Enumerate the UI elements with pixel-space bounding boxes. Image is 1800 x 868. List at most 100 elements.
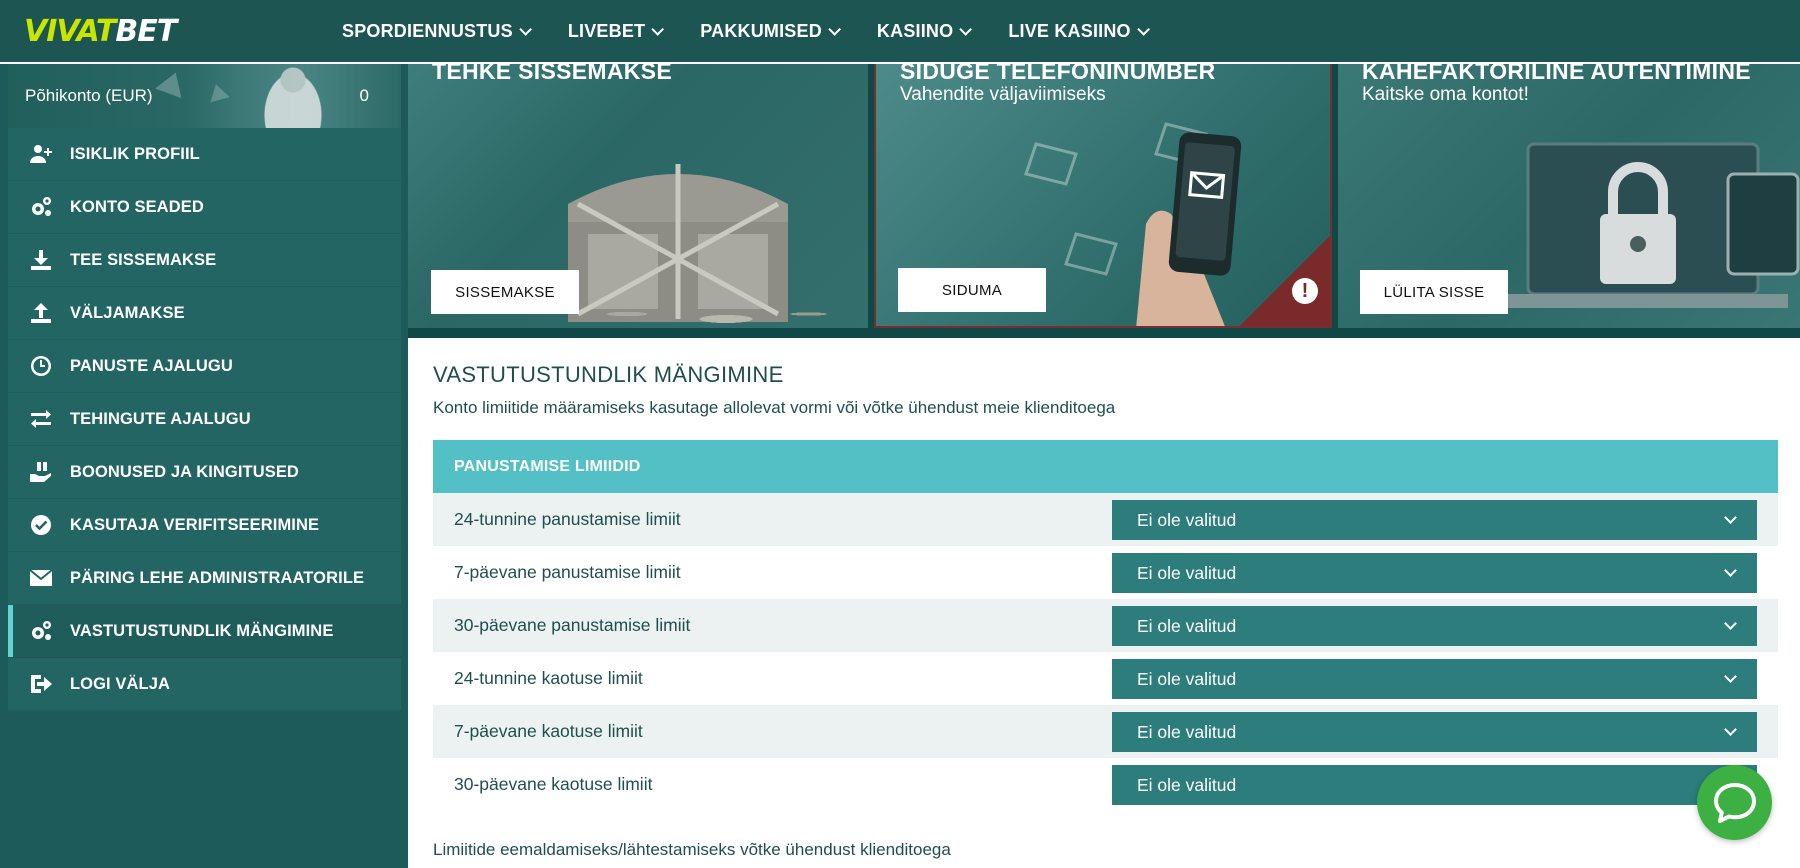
page-description: Konto limiitide määramiseks kasutage all…: [433, 398, 1116, 417]
sidebar-item-tehingute-ajalugu[interactable]: TEHINGUTE AJALUGU: [8, 393, 401, 446]
nav-label: LIVE KASIINO: [1008, 20, 1131, 41]
select-value: Ei ole valitud: [1137, 721, 1237, 742]
limit-select-30d-loss[interactable]: Ei ole valitud: [1112, 765, 1757, 805]
check-circle-icon: [28, 512, 54, 538]
nav-label: KASIINO: [876, 20, 954, 41]
sidebar-item-label: VÄLJAMAKSE: [70, 303, 185, 322]
sidebar-item-vastutustundlik-mangimine[interactable]: VASTUTUSTUNDLIK MÄNGIMINE: [8, 605, 401, 658]
chevron-down-icon: [1724, 617, 1737, 630]
sidebar-item-label: PANUSTE AJALUGU: [70, 356, 233, 375]
limit-select-7d-loss[interactable]: Ei ole valitud: [1112, 712, 1757, 752]
sidebar-item-label: KONTO SEADED: [70, 197, 204, 216]
envelope-icon: [28, 565, 54, 591]
limit-row: 7-päevane panustamise limiit Ei ole vali…: [433, 546, 1778, 599]
player-image: [258, 64, 328, 128]
promo-title: KAHEFAKTORILINE AUTENTIMINE: [1362, 64, 1751, 84]
responsible-gaming-panel: VASTUTUSTUNDLIK MÄNGIMINE Konto limiitid…: [408, 338, 1800, 868]
limit-row: 30-päevane kaotuse limiit Ei ole valitud: [433, 758, 1778, 811]
limit-label: 30-päevane kaotuse limiit: [454, 774, 653, 794]
sidebar-item-panuste-ajalugu[interactable]: PANUSTE AJALUGU: [8, 340, 401, 393]
betting-limits-table: PANUSTAMISE LIMIIDID 24-tunnine panustam…: [433, 440, 1778, 811]
account-menu: ISIKLIK PROFIIL KONTO SEADED TEE SISSEMA…: [8, 128, 401, 711]
clock-icon: [28, 353, 54, 379]
select-value: Ei ole valitud: [1137, 615, 1237, 636]
exclamation-icon: !: [1292, 278, 1318, 304]
sidebar-item-isiklik-profiil[interactable]: ISIKLIK PROFIIL: [8, 128, 401, 181]
chevron-down-icon: [1724, 564, 1737, 577]
account-sidebar: Põhikonto (EUR) 0 ISIKLIK PROFIIL KONTO …: [0, 64, 408, 868]
promo-card-phone: ! SIDUGE TELEFONINUMBER Vahendite väljav…: [874, 64, 1332, 328]
sidebar-item-boonused-ja-kingitused[interactable]: BOONUSED JA KINGITUSED: [8, 446, 401, 499]
select-value: Ei ole valitud: [1137, 668, 1237, 689]
sidebar-item-kasutaja-verifitseerimine[interactable]: KASUTAJA VERIFITSEERIMINE: [8, 499, 401, 552]
nav-item-livebet[interactable]: LIVEBET: [567, 20, 665, 42]
sidebar-item-konto-seaded[interactable]: KONTO SEADED: [8, 181, 401, 234]
limit-label: 7-päevane kaotuse limiit: [454, 721, 643, 741]
nav-item-spordiennustus[interactable]: SPORDIENNUSTUS: [342, 20, 532, 42]
laptop-lock-image: [1508, 142, 1800, 308]
limits-table-header: PANUSTAMISE LIMIIDID: [433, 440, 1778, 493]
sidebar-item-label: LOGI VÄLJA: [70, 674, 171, 693]
limit-label: 7-päevane panustamise limiit: [454, 562, 681, 582]
nav-label: LIVEBET: [567, 20, 646, 41]
promo-subtitle: Vahendite väljaviimiseks: [900, 84, 1106, 105]
sidebar-item-label: TEE SISSEMAKSE: [70, 250, 217, 269]
select-value: Ei ole valitud: [1137, 774, 1237, 795]
gears-icon: [28, 194, 54, 220]
limit-row: 24-tunnine panustamise limiit Ei ole val…: [433, 493, 1778, 546]
limits-footnote: Limiitide eemaldamiseks/lähtestamiseks v…: [433, 840, 951, 859]
select-value: Ei ole valitud: [1137, 509, 1237, 530]
link-phone-button[interactable]: SIDUMA: [898, 268, 1046, 312]
logout-icon: [28, 671, 54, 697]
limit-label: 24-tunnine kaotuse limiit: [454, 668, 643, 688]
sidebar-item-label: TEHINGUTE AJALUGU: [70, 409, 251, 428]
chevron-down-icon: [1724, 670, 1737, 683]
nav-item-kasiino[interactable]: KASIINO: [876, 20, 973, 42]
vivatbet-logo[interactable]: VIVATBET: [24, 14, 177, 49]
enable-2fa-button[interactable]: LÜLITA SISSE: [1360, 270, 1508, 314]
promo-cards: TEHKE SISSEMAKSE SISSEMAKSE ! SIDUGE TEL…: [408, 64, 1800, 338]
swap-arrows-icon: [28, 406, 54, 432]
deposit-button[interactable]: SISSEMAKSE: [431, 270, 579, 314]
promo-title: SIDUGE TELEFONINUMBER: [900, 64, 1216, 84]
nav-item-pakkumised[interactable]: PAKKUMISED: [700, 20, 841, 42]
sidebar-item-logi-valja[interactable]: LOGI VÄLJA: [8, 658, 401, 711]
promo-card-deposit: TEHKE SISSEMAKSE SISSEMAKSE: [408, 64, 868, 328]
logo-text-vivat: VIVAT: [24, 14, 116, 49]
limit-label: 30-päevane panustamise limiit: [454, 615, 691, 635]
limit-row: 24-tunnine kaotuse limiit Ei ole valitud: [433, 652, 1778, 705]
warning-corner: [1240, 236, 1330, 326]
nav-label: SPORDIENNUSTUS: [342, 20, 513, 41]
page-title: VASTUTUSTUNDLIK MÄNGIMINE: [433, 362, 784, 387]
limit-row: 30-päevane panustamise limiit Ei ole val…: [433, 599, 1778, 652]
main-nav: SPORDIENNUSTUS LIVEBET PAKKUMISED KASIIN…: [342, 0, 1186, 62]
gift-hand-icon: [28, 459, 54, 485]
limit-row: 7-päevane kaotuse limiit Ei ole valitud: [433, 705, 1778, 758]
promo-subtitle: Kaitske oma kontot!: [1362, 84, 1529, 105]
nav-item-live-kasiino[interactable]: LIVE KASIINO: [1008, 20, 1150, 42]
limit-label: 24-tunnine panustamise limiit: [454, 509, 681, 529]
live-chat-button[interactable]: [1697, 765, 1772, 840]
logo-text-bet: BET: [115, 14, 177, 49]
sidebar-item-label: ISIKLIK PROFIIL: [70, 144, 200, 163]
chevron-down-icon: [651, 22, 665, 36]
chevron-down-icon: [1724, 723, 1737, 736]
account-label: Põhikonto (EUR): [25, 86, 153, 105]
nav-label: PAKKUMISED: [700, 20, 822, 41]
chevron-down-icon: [519, 22, 532, 36]
account-balance: 0: [359, 86, 369, 105]
account-balance-bar: Põhikonto (EUR) 0: [8, 64, 401, 128]
sidebar-item-label: KASUTAJA VERIFITSEERIMINE: [70, 515, 320, 534]
chevron-down-icon: [828, 22, 841, 36]
sidebar-item-valjamakse[interactable]: VÄLJAMAKSE: [8, 287, 401, 340]
sidebar-item-label: BOONUSED JA KINGITUSED: [70, 462, 299, 481]
sidebar-item-tee-sissemakse[interactable]: TEE SISSEMAKSE: [8, 234, 401, 287]
promo-card-2fa: KAHEFAKTORILINE AUTENTIMINE Kaitske oma …: [1338, 64, 1800, 328]
sidebar-item-paring-administraatorile[interactable]: PÄRING LEHE ADMINISTRAATORILE: [8, 552, 401, 605]
upload-icon: [28, 300, 54, 326]
limit-select-30d-bet[interactable]: Ei ole valitud: [1112, 606, 1757, 646]
limit-select-24h-loss[interactable]: Ei ole valitud: [1112, 659, 1757, 699]
limit-select-24h-bet[interactable]: Ei ole valitud: [1112, 500, 1757, 540]
user-add-icon: [28, 141, 54, 167]
limit-select-7d-bet[interactable]: Ei ole valitud: [1112, 553, 1757, 593]
